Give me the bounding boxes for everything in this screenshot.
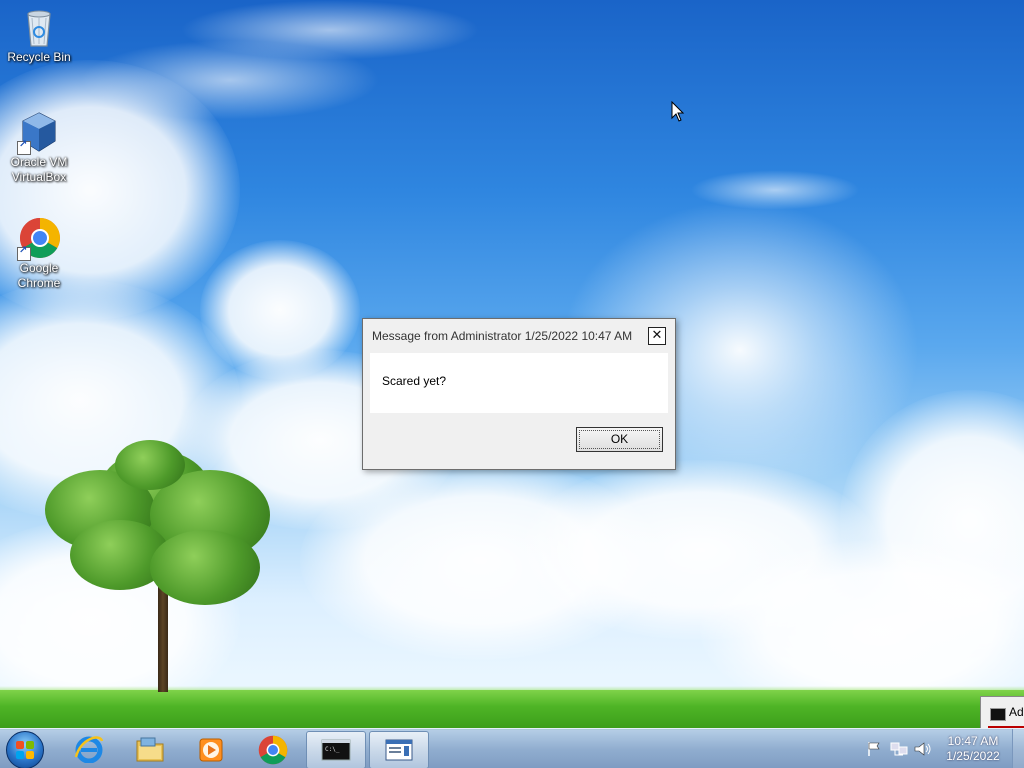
network-icon[interactable] xyxy=(890,741,908,761)
message-dialog: Message from Administrator 1/25/2022 10:… xyxy=(362,318,676,470)
taskbar: C:\_ 10:47 AM 1/25/2022 xyxy=(0,728,1024,768)
windows-start-icon xyxy=(16,741,34,759)
virtualbox-icon xyxy=(17,111,59,155)
command-prompt-icon xyxy=(990,708,1006,721)
dialog-message: Scared yet? xyxy=(382,374,447,388)
dialog-body: Scared yet? xyxy=(370,353,668,413)
command-prompt-icon: C:\_ xyxy=(321,736,351,764)
partial-window-title: Ad xyxy=(1009,705,1024,719)
desktop-icon-recycle-bin[interactable]: Recycle Bin xyxy=(1,6,77,65)
taskbar-chrome[interactable] xyxy=(244,731,304,767)
desktop-icon-label: Recycle Bin xyxy=(7,50,71,64)
ok-button[interactable]: OK xyxy=(576,427,663,452)
label-line-2: VirtualBox xyxy=(11,170,67,184)
desktop-icon-label: Google Chrome xyxy=(1,261,77,291)
taskbar-media-player[interactable] xyxy=(182,731,242,767)
dialog-titlebar[interactable]: Message from Administrator 1/25/2022 10:… xyxy=(363,319,675,353)
shortcut-arrow-icon xyxy=(17,139,31,155)
recycle-bin-icon xyxy=(19,6,59,48)
dialog-title: Message from Administrator 1/25/2022 10:… xyxy=(372,329,633,343)
svg-text:C:\_: C:\_ xyxy=(325,746,340,753)
media-player-icon xyxy=(196,735,226,763)
clock-date: 1/25/2022 xyxy=(946,749,1000,763)
taskbar-internet-explorer[interactable] xyxy=(60,731,120,767)
label-line-1: Google xyxy=(19,261,59,275)
desktop-icon-label: Oracle VM VirtualBox xyxy=(1,155,77,185)
file-explorer-icon xyxy=(135,735,165,763)
label-line-2: Chrome xyxy=(17,276,61,290)
volume-icon[interactable] xyxy=(914,741,932,761)
taskbar-clock[interactable]: 10:47 AM 1/25/2022 xyxy=(936,734,1010,764)
partial-window[interactable]: Ad xyxy=(980,696,1024,730)
mouse-cursor-icon xyxy=(671,100,685,127)
start-button[interactable] xyxy=(6,731,44,768)
cloud-streak xyxy=(690,170,860,210)
cloud-streak xyxy=(180,0,480,60)
desktop-icon-chrome[interactable]: Google Chrome xyxy=(1,217,77,291)
grass xyxy=(0,690,1024,730)
chrome-icon xyxy=(17,217,60,261)
tree-foliage xyxy=(150,530,260,605)
taskbar-file-explorer[interactable] xyxy=(121,731,181,767)
desktop: Recycle Bin Oracle VM VirtualBox xyxy=(0,0,1024,768)
desktop-icon-virtualbox[interactable]: Oracle VM VirtualBox xyxy=(1,111,77,185)
show-desktop-button[interactable] xyxy=(1012,729,1024,768)
shortcut-arrow-icon xyxy=(17,245,31,261)
chrome-icon xyxy=(258,735,288,765)
close-icon[interactable]: ✕ xyxy=(648,327,666,345)
taskbar-command-prompt[interactable]: C:\_ xyxy=(306,731,366,768)
internet-explorer-icon xyxy=(74,735,104,764)
message-window-icon xyxy=(384,736,414,764)
taskbar-message-window[interactable] xyxy=(369,731,429,768)
action-center-flag-icon[interactable] xyxy=(866,741,882,761)
tree-foliage xyxy=(115,440,185,490)
label-line-1: Oracle VM xyxy=(10,155,68,169)
clock-time: 10:47 AM xyxy=(947,734,999,748)
